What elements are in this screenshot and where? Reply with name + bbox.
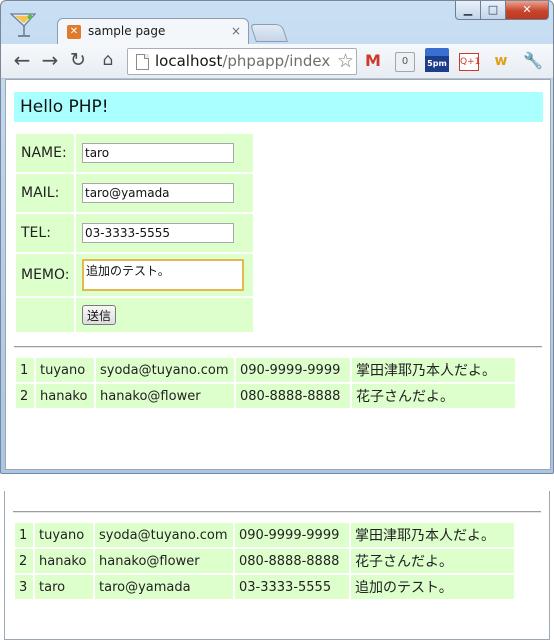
record-memo: 掌田津耶乃本人だよ。 — [351, 523, 514, 547]
record-tel: 090-9999-9999 — [235, 523, 349, 547]
records-table-after-submit: 1 tuyano syoda@tuyano.com 090-9999-9999 掌田津耶… — [13, 521, 516, 601]
mail-label: MAIL: — [16, 174, 74, 212]
browser-window: ▁ □ ✕ ✕ sample page × ← → ↻ ⌂ localhost/… — [0, 0, 554, 474]
record-id: 3 — [15, 575, 33, 599]
table-row: 3 taro taro@yamada 03-3333-5555 追加のテスト。 — [15, 575, 514, 599]
new-tab-button[interactable] — [250, 24, 288, 42]
record-tel: 080-8888-8888 — [236, 384, 350, 408]
record-memo: 花子さんだよ。 — [351, 549, 514, 573]
xampp-favicon-icon: ✕ — [67, 25, 81, 39]
page-viewport: Hello PHP! NAME: MAIL: TEL: MEMO: 追加のテスト… — [5, 79, 551, 470]
count-badge-icon[interactable]: 0 — [395, 52, 415, 72]
close-window-button[interactable]: ✕ — [506, 1, 549, 20]
name-input[interactable] — [82, 143, 234, 163]
record-name: taro — [35, 575, 93, 599]
record-mail: syoda@tuyano.com — [95, 523, 233, 547]
wrench-menu-icon[interactable]: 🔧 — [523, 51, 543, 71]
tab-sample-page[interactable]: ✕ sample page × — [57, 18, 249, 45]
records-table: 1 tuyano syoda@tuyano.com 090-9999-9999 掌田津耶… — [14, 356, 517, 410]
memo-label: MEMO: — [16, 254, 74, 296]
record-id: 2 — [15, 549, 33, 573]
table-row: 2 hanako hanako@flower 080-8888-8888 花子さんだよ。 — [15, 549, 514, 573]
w-extension-icon[interactable]: w — [491, 51, 511, 71]
calendar-label: 5pm — [425, 56, 449, 72]
reload-icon[interactable]: ↻ — [67, 49, 89, 71]
url-text: localhost/phpapp/index — [155, 52, 330, 70]
record-id: 1 — [16, 358, 34, 382]
record-tel: 080-8888-8888 — [235, 549, 349, 573]
page-icon — [136, 54, 149, 70]
name-label: NAME: — [16, 134, 74, 172]
record-id: 2 — [16, 384, 34, 408]
record-tel: 03-3333-5555 — [235, 575, 349, 599]
record-memo: 掌田津耶乃本人だよ。 — [352, 358, 515, 382]
gmail-icon[interactable]: M — [363, 51, 383, 71]
divider — [13, 511, 541, 513]
tel-label: TEL: — [16, 214, 74, 252]
record-mail: syoda@tuyano.com — [96, 358, 234, 382]
record-name: tuyano — [36, 358, 94, 382]
record-mail: taro@yamada — [95, 575, 233, 599]
records-after-submit-view: 1 tuyano syoda@tuyano.com 090-9999-9999 掌田津耶… — [4, 491, 550, 640]
record-memo: 追加のテスト。 — [351, 575, 514, 599]
url-host: localhost — [155, 52, 223, 70]
tab-title: sample page — [88, 24, 166, 38]
mail-input[interactable] — [82, 183, 234, 203]
tab-close-icon[interactable]: × — [231, 24, 241, 38]
record-tel: 090-9999-9999 — [236, 358, 350, 382]
record-id: 1 — [15, 523, 33, 547]
bookmark-star-icon[interactable]: ☆ — [337, 50, 354, 72]
record-memo: 花子さんだよ。 — [352, 384, 515, 408]
table-row: 2 hanako hanako@flower 080-8888-8888 花子さんだよ。 — [16, 384, 515, 408]
record-name: hanako — [36, 384, 94, 408]
record-mail: hanako@flower — [96, 384, 234, 408]
table-row: 1 tuyano syoda@tuyano.com 090-9999-9999 掌田津耶… — [15, 523, 514, 547]
input-form: NAME: MAIL: TEL: MEMO: 追加のテスト。 送信 — [14, 132, 255, 334]
page-title: Hello PHP! — [14, 92, 543, 122]
window-controls: ▁ □ ✕ — [455, 1, 549, 20]
browser-toolbar: ← → ↻ ⌂ localhost/phpapp/index ☆ M 0 5pm… — [1, 44, 553, 79]
forward-arrow-icon[interactable]: → — [39, 49, 61, 71]
calendar-icon[interactable]: 5pm — [425, 48, 449, 74]
memo-textarea[interactable]: 追加のテスト。 — [82, 259, 244, 291]
url-path: /phpapp/index — [222, 52, 331, 70]
address-bar[interactable]: localhost/phpapp/index ☆ — [127, 48, 357, 75]
divider — [14, 346, 542, 348]
tel-input[interactable] — [82, 223, 234, 243]
back-arrow-icon[interactable]: ← — [11, 49, 33, 71]
minimize-button[interactable]: ▁ — [455, 1, 481, 20]
submit-button[interactable]: 送信 — [82, 305, 117, 325]
maximize-button[interactable]: □ — [481, 1, 506, 20]
home-icon[interactable]: ⌂ — [97, 49, 119, 71]
table-row: 1 tuyano syoda@tuyano.com 090-9999-9999 掌田津耶… — [16, 358, 515, 382]
record-name: hanako — [35, 549, 93, 573]
gplus-icon[interactable]: Q+1 — [459, 53, 480, 71]
record-mail: hanako@flower — [95, 549, 233, 573]
browser-logo-icon — [9, 13, 37, 37]
record-name: tuyano — [35, 523, 93, 547]
